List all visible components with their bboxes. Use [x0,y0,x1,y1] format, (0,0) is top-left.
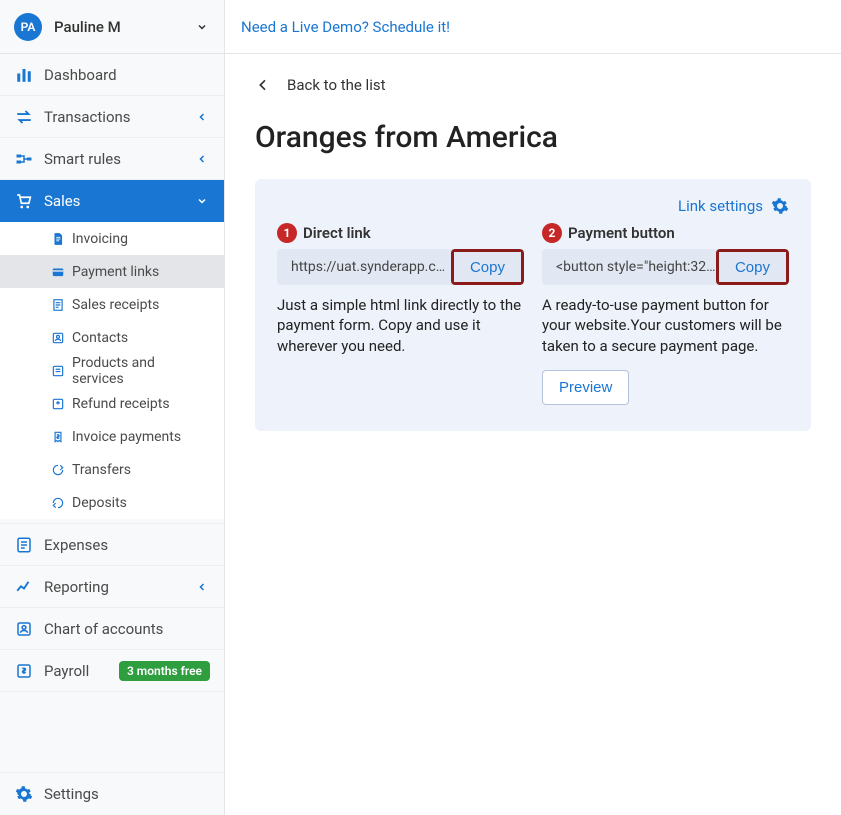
content: Back to the list Oranges from America Li… [225,54,841,815]
sub-contacts[interactable]: Contacts [0,321,224,354]
nav-label: Smart rules [44,150,194,168]
reporting-icon [14,577,34,597]
sub-deposits[interactable]: Deposits [0,486,224,519]
chevron-left-icon [255,77,271,93]
link-settings-button[interactable]: Link settings [678,197,789,215]
nav-label: Chart of accounts [44,620,210,638]
sales-receipts-icon [50,297,66,313]
payment-button-title: Payment button [568,224,675,242]
nav-smart-rules[interactable]: Smart rules [0,138,224,180]
main: Need a Live Demo? Schedule it! Back to t… [225,0,841,815]
chevron-left-icon [194,151,210,167]
sub-label: Contacts [72,330,128,346]
link-settings-label: Link settings [678,197,763,215]
nav-sales[interactable]: Sales [0,180,224,222]
payroll-icon [14,661,34,681]
dashboard-icon [14,65,34,85]
link-panel: Link settings 1 Direct link https://u [255,179,811,431]
refund-icon [50,396,66,412]
expenses-icon [14,535,34,555]
payment-links-icon [50,264,66,280]
copy-highlight: Copy [451,249,524,285]
avatar: PA [14,13,42,41]
sub-sales-receipts[interactable]: Sales receipts [0,288,224,321]
sub-transfers[interactable]: Transfers [0,453,224,486]
nav-settings[interactable]: Settings [0,773,224,815]
sub-label: Deposits [72,495,127,511]
direct-link-title: Direct link [303,224,371,242]
nav-label: Sales [44,192,194,210]
back-label: Back to the list [287,76,386,94]
sub-label: Refund receipts [72,396,170,412]
copy-direct-button[interactable]: Copy [454,252,521,282]
sub-invoicing[interactable]: Invoicing [0,222,224,255]
step-badge-2: 2 [542,223,562,243]
smart-rules-icon [14,149,34,169]
invoicing-icon [50,231,66,247]
step-badge-1: 1 [277,223,297,243]
page-title: Oranges from America [255,120,811,155]
user-name: Pauline M [54,18,194,36]
nav-label: Transactions [44,108,194,126]
payment-button-value[interactable]: <button style="height:32… [542,249,716,285]
sub-label: Products and services [72,355,210,387]
chart-accounts-icon [14,619,34,639]
nav-label: Payroll [44,662,111,680]
gear-icon [14,784,34,804]
contacts-icon [50,330,66,346]
sub-label: Transfers [72,462,131,478]
nav-label: Reporting [44,578,194,596]
nav-label: Settings [44,785,210,803]
direct-link-desc: Just a simple html link directly to the … [277,295,524,356]
products-icon [50,363,66,379]
preview-button[interactable]: Preview [542,370,629,405]
sub-refund-receipts[interactable]: Refund receipts [0,387,224,420]
deposits-icon [50,495,66,511]
sales-icon [14,191,34,211]
sub-label: Payment links [72,264,159,280]
chevron-down-icon [194,19,210,35]
sub-invoice-payments[interactable]: Invoice payments [0,420,224,453]
sidebar: PA Pauline M Dashboard Transactions [0,0,225,815]
sales-submenu: Invoicing Payment links Sales receipts C… [0,222,224,519]
chevron-left-icon [194,109,210,125]
payment-button-desc: A ready-to-use payment button for your w… [542,295,789,356]
copy-highlight: Copy [716,249,789,285]
invoice-payments-icon [50,429,66,445]
demo-link[interactable]: Need a Live Demo? Schedule it! [241,18,450,36]
sub-products-services[interactable]: Products and services [0,354,224,387]
nav: Dashboard Transactions Smart rules [0,54,224,772]
user-menu[interactable]: PA Pauline M [0,0,224,54]
gear-icon [771,197,789,215]
nav-payroll[interactable]: Payroll 3 months free [0,650,224,692]
nav-label: Dashboard [44,66,210,84]
payroll-badge: 3 months free [119,661,210,681]
nav-transactions[interactable]: Transactions [0,96,224,138]
copy-button-code-button[interactable]: Copy [719,252,786,282]
payment-button-section: 2 Payment button <button style="height:3… [542,223,789,405]
transactions-icon [14,107,34,127]
sub-label: Invoice payments [72,429,181,445]
sub-label: Invoicing [72,231,128,247]
nav-dashboard[interactable]: Dashboard [0,54,224,96]
direct-link-section: 1 Direct link https://uat.synderapp.c… C… [277,223,524,405]
transfers-icon [50,462,66,478]
nav-expenses[interactable]: Expenses [0,524,224,566]
nav-reporting[interactable]: Reporting [0,566,224,608]
nav-label: Expenses [44,536,210,554]
chevron-down-icon [194,193,210,209]
sub-payment-links[interactable]: Payment links [0,255,224,288]
nav-chart-of-accounts[interactable]: Chart of accounts [0,608,224,650]
sub-label: Sales receipts [72,297,159,313]
chevron-left-icon [194,579,210,595]
back-button[interactable]: Back to the list [255,76,811,94]
topbar: Need a Live Demo? Schedule it! [225,0,841,54]
direct-link-value[interactable]: https://uat.synderapp.c… [277,249,451,285]
